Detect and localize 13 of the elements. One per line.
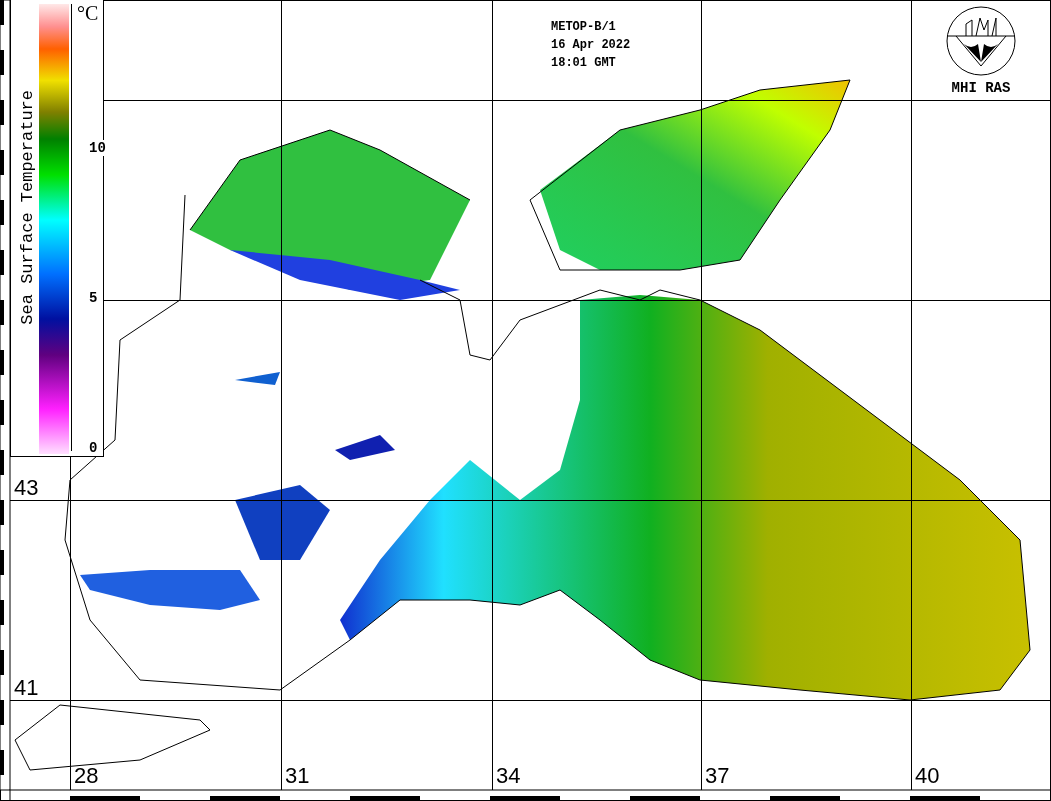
image-date: 16 Apr 2022 — [551, 38, 631, 52]
scale-tick-label: 10 — [89, 140, 106, 156]
longitude-label: 31 — [285, 764, 310, 788]
longitude-label: 34 — [496, 764, 521, 788]
logo-caption: MHI RAS — [951, 80, 1011, 96]
longitude-label: 40 — [915, 764, 940, 788]
longitude-label: 37 — [705, 764, 730, 788]
satellite-name: METOP-B/1 — [551, 20, 617, 34]
longitude-label: 28 — [74, 764, 99, 788]
unit-label: °C — [77, 2, 99, 25]
wave-logo-icon — [944, 6, 1018, 76]
legend-title: Sea Surface Temperature — [18, 90, 38, 325]
image-time: 18:01 GMT — [551, 56, 617, 70]
